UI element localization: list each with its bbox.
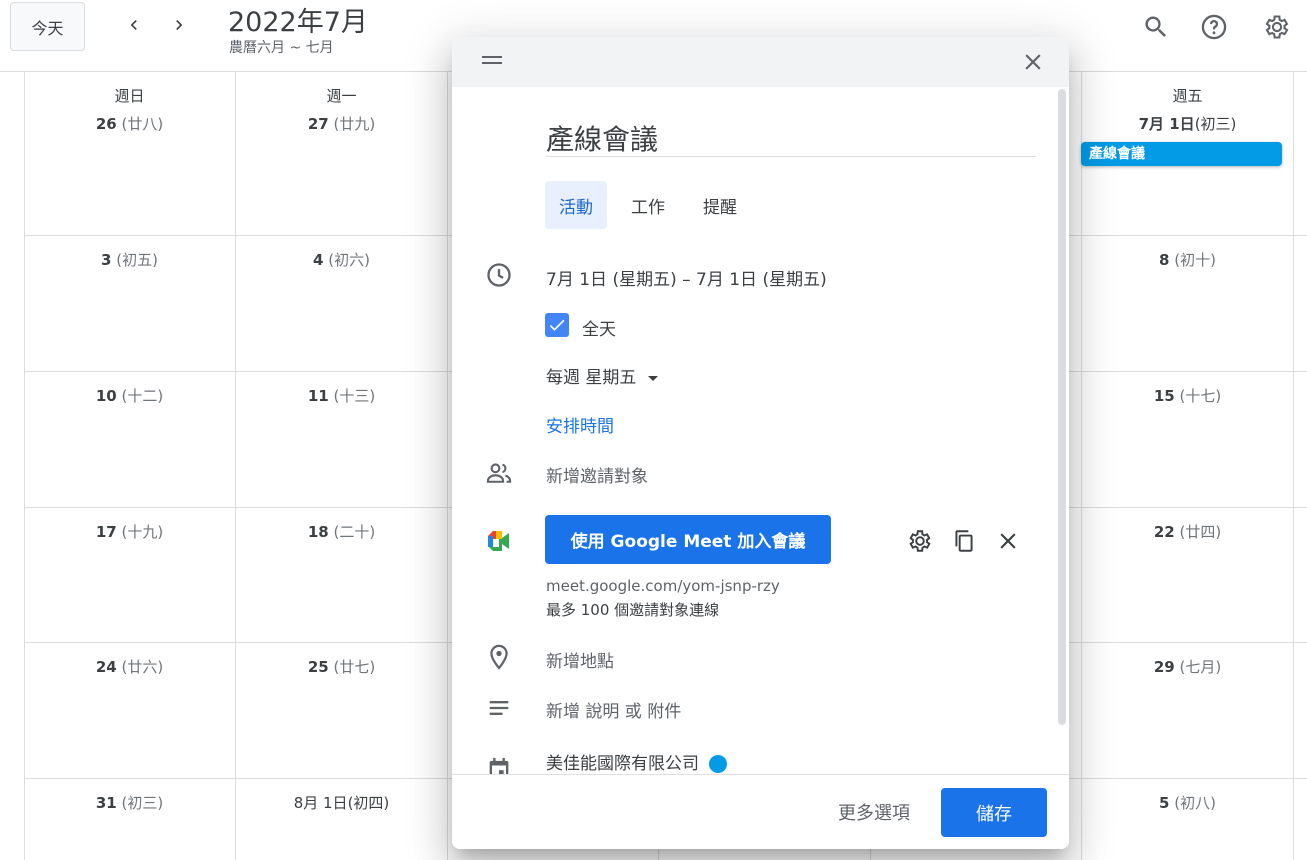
- help-icon[interactable]: [1197, 10, 1231, 44]
- calendar-color-dot: [709, 755, 727, 773]
- event-chip[interactable]: 產線會議: [1081, 142, 1282, 166]
- location-pin-icon: [485, 643, 513, 671]
- day-cell[interactable]: 4 (初六): [236, 249, 447, 270]
- check-icon: [549, 319, 565, 331]
- dropdown-arrow-icon: [648, 375, 659, 381]
- date-range[interactable]: 7月 1日 (星期五) – 7月 1日 (星期五): [546, 265, 827, 290]
- recurrence-dropdown[interactable]: 每週 星期五: [546, 363, 659, 388]
- settings-icon[interactable]: [1260, 10, 1294, 44]
- drag-handle-icon[interactable]: [482, 56, 502, 66]
- tab-event[interactable]: 活動: [545, 181, 607, 229]
- add-guests-field[interactable]: 新增邀請對象: [546, 462, 648, 487]
- day-cell[interactable]: 31 (初三): [24, 792, 235, 813]
- chevron-left-icon[interactable]: [119, 10, 149, 40]
- event-dialog: 活動 工作 提醒 7月 1日 (星期五) – 7月 1日 (星期五) 全天 每週…: [452, 37, 1069, 849]
- more-options-button[interactable]: 更多選項: [838, 799, 910, 825]
- day-cell[interactable]: 29 (七月): [1082, 656, 1293, 677]
- add-description-field[interactable]: 新增 說明 或 附件: [546, 697, 681, 722]
- dialog-header[interactable]: [452, 37, 1069, 87]
- weekday-mon: 週一: [326, 87, 357, 105]
- day-cell[interactable]: 27 (廿九): [236, 113, 447, 134]
- event-title-input[interactable]: [546, 115, 1036, 157]
- day-cell[interactable]: 8月 1日(初四): [236, 792, 447, 813]
- day-cell[interactable]: 15 (十七): [1082, 385, 1293, 406]
- join-google-meet-button[interactable]: 使用 Google Meet 加入會議: [545, 515, 831, 564]
- meet-settings-icon[interactable]: [907, 528, 933, 554]
- day-cell[interactable]: 22 (廿四): [1082, 521, 1293, 542]
- add-location-field[interactable]: 新增地點: [546, 647, 614, 672]
- day-cell[interactable]: 25 (廿七): [236, 656, 447, 677]
- search-icon[interactable]: [1139, 10, 1173, 44]
- close-icon[interactable]: [1020, 49, 1046, 75]
- day-cell[interactable]: 17 (十九): [24, 521, 235, 542]
- weekday-sun: 週日: [114, 87, 145, 105]
- today-button[interactable]: 今天: [10, 2, 85, 51]
- people-icon: [485, 459, 513, 487]
- day-cell[interactable]: 3 (初五): [24, 249, 235, 270]
- clock-icon: [485, 261, 513, 289]
- all-day-label: 全天: [582, 320, 616, 340]
- calendar-selector[interactable]: 美佳能國際有限公司: [546, 749, 727, 774]
- day-cell[interactable]: 26 (廿八): [24, 113, 235, 134]
- day-cell[interactable]: 11 (十三): [236, 385, 447, 406]
- description-icon: [485, 694, 513, 722]
- weekday-fri: 週五: [1172, 87, 1203, 105]
- tab-reminder[interactable]: 提醒: [692, 181, 748, 229]
- day-cell[interactable]: 5 (初八): [1082, 792, 1293, 813]
- save-button[interactable]: 儲存: [941, 788, 1047, 837]
- chevron-right-icon[interactable]: [164, 10, 194, 40]
- month-title: 2022年7月: [228, 7, 368, 38]
- meet-url[interactable]: meet.google.com/yom-jsnp-rzy: [546, 577, 780, 595]
- day-cell[interactable]: 8 (初十): [1082, 249, 1293, 270]
- day-cell[interactable]: 7月 1日(初三): [1082, 113, 1293, 134]
- day-cell[interactable]: 18 (二十): [236, 521, 447, 542]
- scrollbar[interactable]: [1058, 89, 1066, 725]
- day-cell[interactable]: 10 (十二): [24, 385, 235, 406]
- schedule-link[interactable]: 安排時間: [546, 412, 614, 437]
- all-day-checkbox[interactable]: [545, 313, 569, 337]
- dialog-footer: 更多選項 儲存: [452, 774, 1069, 849]
- google-meet-icon: [485, 527, 513, 555]
- meet-limit: 最多 100 個邀請對象連線: [546, 601, 720, 619]
- copy-icon[interactable]: [951, 528, 977, 554]
- day-cell[interactable]: 24 (廿六): [24, 656, 235, 677]
- tab-task[interactable]: 工作: [620, 181, 676, 229]
- remove-meet-icon[interactable]: [995, 528, 1021, 554]
- lunar-subtitle: 農曆六月 ~ 七月: [229, 40, 334, 56]
